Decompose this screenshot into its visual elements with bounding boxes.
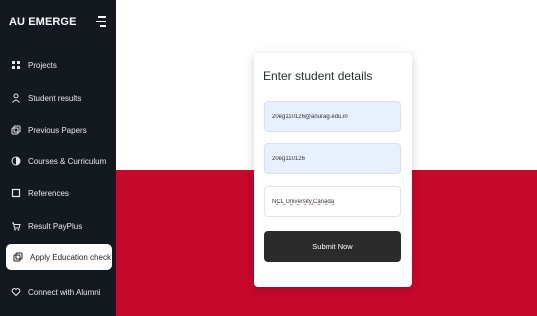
sidebar-item-result-payplus[interactable]: Result PayPlus	[0, 214, 116, 238]
square-icon	[11, 188, 21, 198]
sidebar-item-label: Connect with Alumni	[28, 287, 101, 297]
sidebar: AU EMERGE Projects Student results Previ…	[0, 0, 116, 316]
brand-title: AU EMERGE	[9, 16, 77, 28]
sidebar-item-label: References	[28, 188, 69, 198]
email-field[interactable]	[264, 101, 401, 132]
heart-icon	[11, 287, 21, 297]
form-title: Enter student details	[263, 69, 373, 83]
sidebar-item-label: Apply Education check	[30, 252, 111, 262]
user-icon	[11, 93, 21, 103]
sidebar-item-label: Projects	[28, 60, 57, 70]
circle-half-icon	[11, 156, 21, 166]
sidebar-item-label: Previous Papers	[28, 125, 87, 135]
sidebar-item-student-results[interactable]: Student results	[0, 86, 116, 110]
university-field[interactable]	[264, 186, 401, 217]
submit-button[interactable]: Submit Now	[264, 231, 401, 262]
cart-icon	[11, 221, 21, 231]
grid-icon	[11, 60, 21, 70]
sidebar-item-label: Courses & Curriculum	[28, 156, 107, 166]
copy-icon	[11, 125, 21, 135]
roll-number-field[interactable]	[264, 143, 401, 174]
sidebar-item-previous-papers[interactable]: Previous Papers	[0, 118, 116, 142]
student-details-card: Enter student details Submit Now	[254, 53, 412, 287]
sidebar-item-courses-curriculum[interactable]: Courses & Curriculum	[0, 149, 116, 173]
sidebar-item-references[interactable]: References	[0, 181, 116, 205]
sidebar-item-apply-education-check[interactable]: Apply Education check	[6, 244, 112, 270]
sidebar-item-label: Student results	[28, 93, 82, 103]
sidebar-item-projects[interactable]: Projects	[0, 53, 116, 77]
sidebar-item-connect-alumni[interactable]: Connect with Alumni	[0, 280, 116, 304]
copy-icon	[13, 252, 23, 262]
sidebar-item-label: Result PayPlus	[28, 221, 83, 231]
menu-toggle-icon[interactable]	[96, 16, 108, 28]
